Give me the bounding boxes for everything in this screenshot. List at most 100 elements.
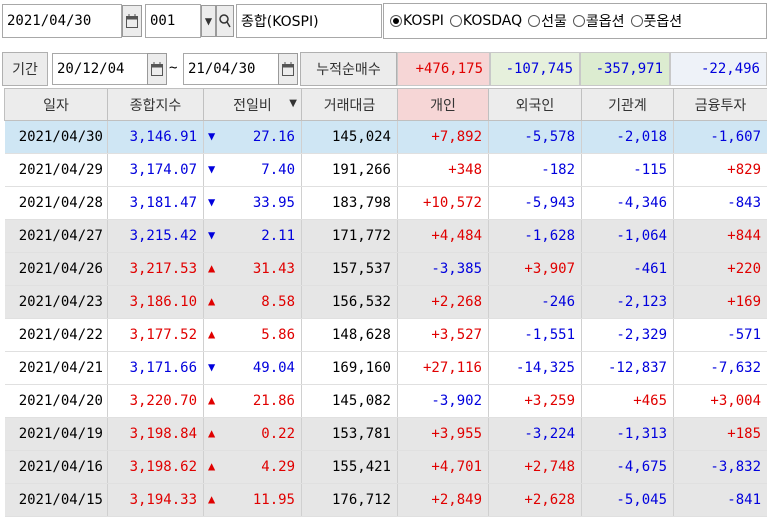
cell-change: ▼ 7.40 <box>203 153 302 187</box>
up-triangle-icon: ▲ <box>208 492 216 506</box>
radio-unselected-icon <box>630 15 643 27</box>
calendar-icon[interactable] <box>278 53 298 85</box>
cell-index: 3,181.47 <box>107 186 204 220</box>
col-header-individual[interactable]: 개인 <box>397 88 489 121</box>
cell-foreign: -5,943 <box>488 186 582 220</box>
table-row[interactable]: 2021/04/27 3,215.42 ▼ 2.11 171,772 +4,484 -1,6… <box>4 219 767 253</box>
cell-institution: -1,064 <box>581 219 674 253</box>
table-row[interactable]: 2021/04/30 3,146.91 ▼ 27.16 145,024 +7,892 -5,… <box>4 120 767 154</box>
net-institution-value: -357,971 <box>580 52 670 86</box>
cell-volume: 148,628 <box>301 318 398 352</box>
cell-index: 3,198.62 <box>107 450 204 484</box>
cell-date: 2021/04/16 <box>4 450 108 484</box>
cell-volume: 153,781 <box>301 417 398 451</box>
col-header-change-label: 전일비 <box>233 97 272 114</box>
top-bar: 2021/04/30 001 ▼ 종합(KOSPI) KOSPI KOSDAQ … <box>0 0 767 44</box>
cell-foreign: -5,578 <box>488 120 582 154</box>
net-finance-value: -22,496 <box>670 52 767 86</box>
cell-volume: 156,532 <box>301 285 398 319</box>
table-row[interactable]: 2021/04/19 3,198.84 ▲ 0.22 153,781 +3,955 -3,2… <box>4 417 767 451</box>
radio-label: 선물 <box>541 14 567 30</box>
cell-finance: +220 <box>673 252 767 286</box>
cell-finance: -7,632 <box>673 351 767 385</box>
table-header-row: 일자 종합지수 전일비 ▼ 거래대금 개인 외국인 기관계 금융투자 <box>4 88 767 121</box>
cell-individual: +10,572 <box>397 186 489 220</box>
date-field[interactable]: 2021/04/30 <box>2 4 122 38</box>
cell-individual: +2,849 <box>397 483 489 517</box>
table-row[interactable]: 2021/04/15 3,194.33 ▲ 11.95 176,712 +2,849 +2,… <box>4 483 767 517</box>
cell-volume: 171,772 <box>301 219 398 253</box>
cell-individual: +3,955 <box>397 417 489 451</box>
table-row[interactable]: 2021/04/21 3,171.66 ▼ 49.04 169,160 +27,116 -1… <box>4 351 767 385</box>
cell-finance: +185 <box>673 417 767 451</box>
cell-finance: +844 <box>673 219 767 253</box>
radio-kosdaq[interactable]: KOSDAQ <box>449 13 522 29</box>
market-radio-group: KOSPI KOSDAQ 선물 콜옵션 풋옵션 <box>383 3 767 39</box>
investor-trend-table: 일자 종합지수 전일비 ▼ 거래대금 개인 외국인 기관계 금융투자 2021/… <box>4 88 767 517</box>
cell-change: ▲ 31.43 <box>203 252 302 286</box>
table-row[interactable]: 2021/04/16 3,198.62 ▲ 4.29 155,421 +4,701 +2,7… <box>4 450 767 484</box>
sort-dropdown-icon[interactable]: ▼ <box>289 98 297 109</box>
cell-volume: 157,537 <box>301 252 398 286</box>
cell-date: 2021/04/21 <box>4 351 108 385</box>
col-header-institution[interactable]: 기관계 <box>581 88 674 121</box>
col-header-date[interactable]: 일자 <box>4 88 108 121</box>
cell-institution: -2,123 <box>581 285 674 319</box>
cell-change-value: 21.86 <box>252 393 295 409</box>
col-header-index[interactable]: 종합지수 <box>107 88 204 121</box>
cell-change: ▼ 49.04 <box>203 351 302 385</box>
net-foreign-value: -107,745 <box>490 52 580 86</box>
col-header-foreign[interactable]: 외국인 <box>488 88 582 121</box>
cell-individual: -3,385 <box>397 252 489 286</box>
cell-change: ▼ 27.16 <box>203 120 302 154</box>
cell-index: 3,186.10 <box>107 285 204 319</box>
table-row[interactable]: 2021/04/20 3,220.70 ▲ 21.86 145,082 -3,902 +3,… <box>4 384 767 418</box>
net-individual-value: +476,175 <box>397 52 490 86</box>
cell-change-value: 2.11 <box>261 228 295 244</box>
cell-foreign: +2,628 <box>488 483 582 517</box>
cell-volume: 169,160 <box>301 351 398 385</box>
cell-finance: +169 <box>673 285 767 319</box>
radio-futures[interactable]: 선물 <box>528 11 567 31</box>
radio-call-option[interactable]: 콜옵션 <box>572 11 625 31</box>
table-row[interactable]: 2021/04/28 3,181.47 ▼ 33.95 183,798 +10,572 -5… <box>4 186 767 220</box>
cell-institution: -1,313 <box>581 417 674 451</box>
radio-label: 풋옵션 <box>643 14 683 30</box>
cell-foreign: +3,907 <box>488 252 582 286</box>
cell-date: 2021/04/29 <box>4 153 108 187</box>
cell-change-value: 8.58 <box>261 294 295 310</box>
table-row[interactable]: 2021/04/23 3,186.10 ▲ 8.58 156,532 +2,268 -246… <box>4 285 767 319</box>
cell-date: 2021/04/27 <box>4 219 108 253</box>
cell-date: 2021/04/26 <box>4 252 108 286</box>
cell-index: 3,171.66 <box>107 351 204 385</box>
calendar-icon[interactable] <box>122 5 142 37</box>
cell-individual: +348 <box>397 153 489 187</box>
cell-finance: -841 <box>673 483 767 517</box>
col-header-volume[interactable]: 거래대금 <box>301 88 398 121</box>
cell-change-value: 11.95 <box>252 492 295 508</box>
down-triangle-icon: ▼ <box>208 360 216 374</box>
cell-change-value: 0.22 <box>261 426 295 442</box>
cell-date: 2021/04/22 <box>4 318 108 352</box>
table-row[interactable]: 2021/04/22 3,177.52 ▲ 5.86 148,628 +3,527 -1,5… <box>4 318 767 352</box>
cell-index: 3,177.52 <box>107 318 204 352</box>
table-row[interactable]: 2021/04/26 3,217.53 ▲ 31.43 157,537 -3,385 +3,… <box>4 252 767 286</box>
calendar-icon[interactable] <box>147 53 167 85</box>
col-header-finance[interactable]: 금융투자 <box>673 88 767 121</box>
chevron-down-icon[interactable]: ▼ <box>201 5 216 37</box>
start-date-field[interactable]: 20/12/04 <box>52 53 148 85</box>
radio-put-option[interactable]: 풋옵션 <box>630 11 683 31</box>
up-triangle-icon: ▲ <box>208 393 216 407</box>
cell-date: 2021/04/28 <box>4 186 108 220</box>
col-header-change[interactable]: 전일비 ▼ <box>203 88 302 121</box>
cell-institution: +465 <box>581 384 674 418</box>
cell-change: ▲ 21.86 <box>203 384 302 418</box>
cell-date: 2021/04/15 <box>4 483 108 517</box>
search-icon[interactable] <box>216 5 234 37</box>
radio-kospi[interactable]: KOSPI <box>390 13 444 29</box>
index-code-field[interactable]: 001 <box>145 4 201 38</box>
end-date-field[interactable]: 21/04/30 <box>183 53 279 85</box>
up-triangle-icon: ▲ <box>208 327 216 341</box>
date-value: 2021/04/30 <box>7 13 92 29</box>
table-row[interactable]: 2021/04/29 3,174.07 ▼ 7.40 191,266 +348 -182 -1… <box>4 153 767 187</box>
